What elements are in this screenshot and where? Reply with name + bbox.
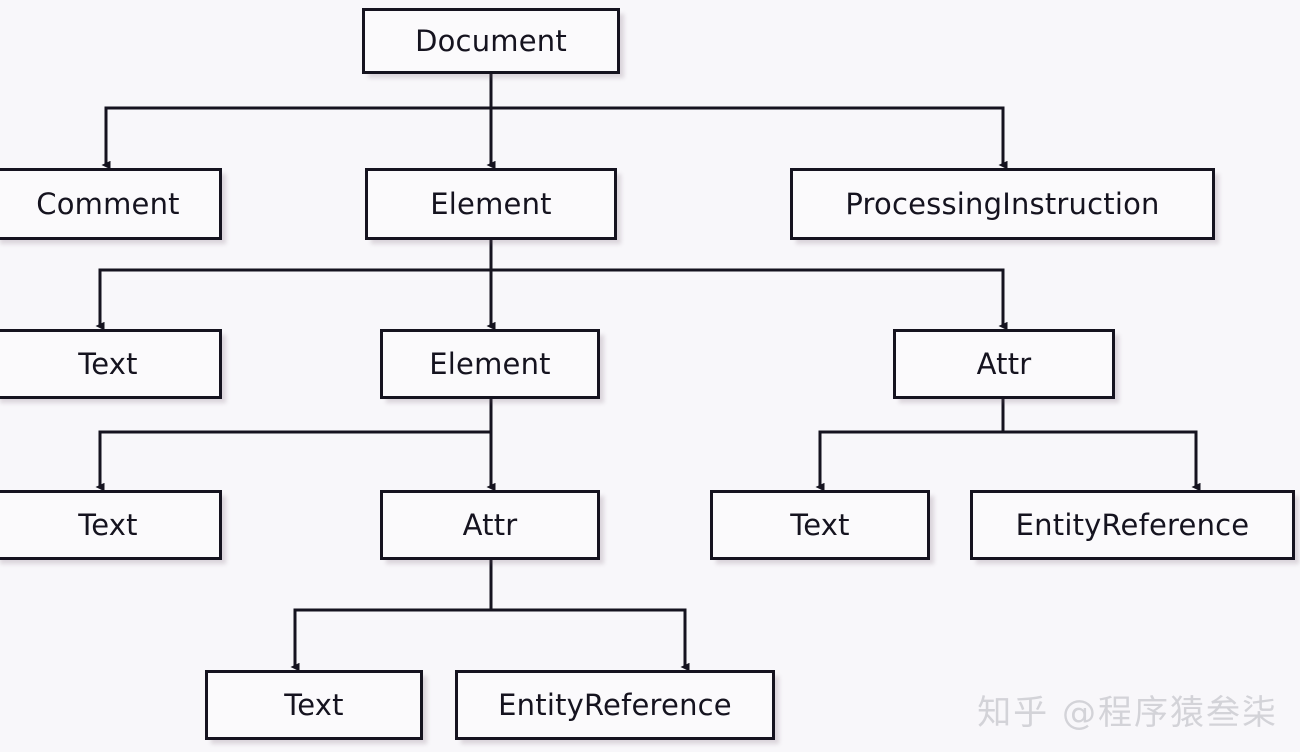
node-label: Text [790,507,850,542]
node-label: Text [78,507,138,542]
diagram-canvas: Document Comment Element ProcessingInstruct… [0,0,1300,752]
node-box-entityreference[interactable]: EntityReference [455,670,775,740]
node-label: Element [429,346,551,381]
edge-n5-to-n7 [95,430,491,492]
node-label: Document [415,23,567,58]
node-box-comment[interactable]: Comment [0,168,222,240]
node-label: ProcessingInstruction [845,186,1160,221]
edge-n6-to-n10 [1003,430,1201,492]
node-box-attr[interactable]: Attr [893,329,1115,399]
node-box-element[interactable]: Element [365,168,617,240]
edge-n8-to-n11 [290,608,491,672]
edge-n6-to-n9 [815,430,1003,492]
node-label: Text [78,346,138,381]
node-box-text[interactable]: Text [0,329,222,399]
node-label: Comment [36,186,180,221]
node-box-document[interactable]: Document [362,8,620,74]
edge-n0-to-n1 [101,106,491,170]
node-box-text[interactable]: Text [0,490,222,560]
node-box-text[interactable]: Text [710,490,930,560]
edge-n0-to-n3 [491,106,1008,170]
node-label: Attr [462,507,518,542]
edge-n8-to-n12 [491,608,690,672]
node-box-element[interactable]: Element [380,329,600,399]
node-box-processinginstruction[interactable]: ProcessingInstruction [790,168,1215,240]
node-label: EntityReference [498,687,732,722]
watermark: 知乎 @程序猿叁柒 [977,693,1278,733]
node-label: Attr [976,346,1032,381]
edge-n2-to-n6 [491,268,1008,331]
edge-n2-to-n4 [95,268,491,331]
node-box-attr[interactable]: Attr [380,490,600,560]
node-label: EntityReference [1015,507,1250,542]
node-box-text[interactable]: Text [205,670,423,740]
node-label: Element [430,186,552,221]
node-label: Text [284,687,344,722]
node-box-entityreference[interactable]: EntityReference [970,490,1295,560]
